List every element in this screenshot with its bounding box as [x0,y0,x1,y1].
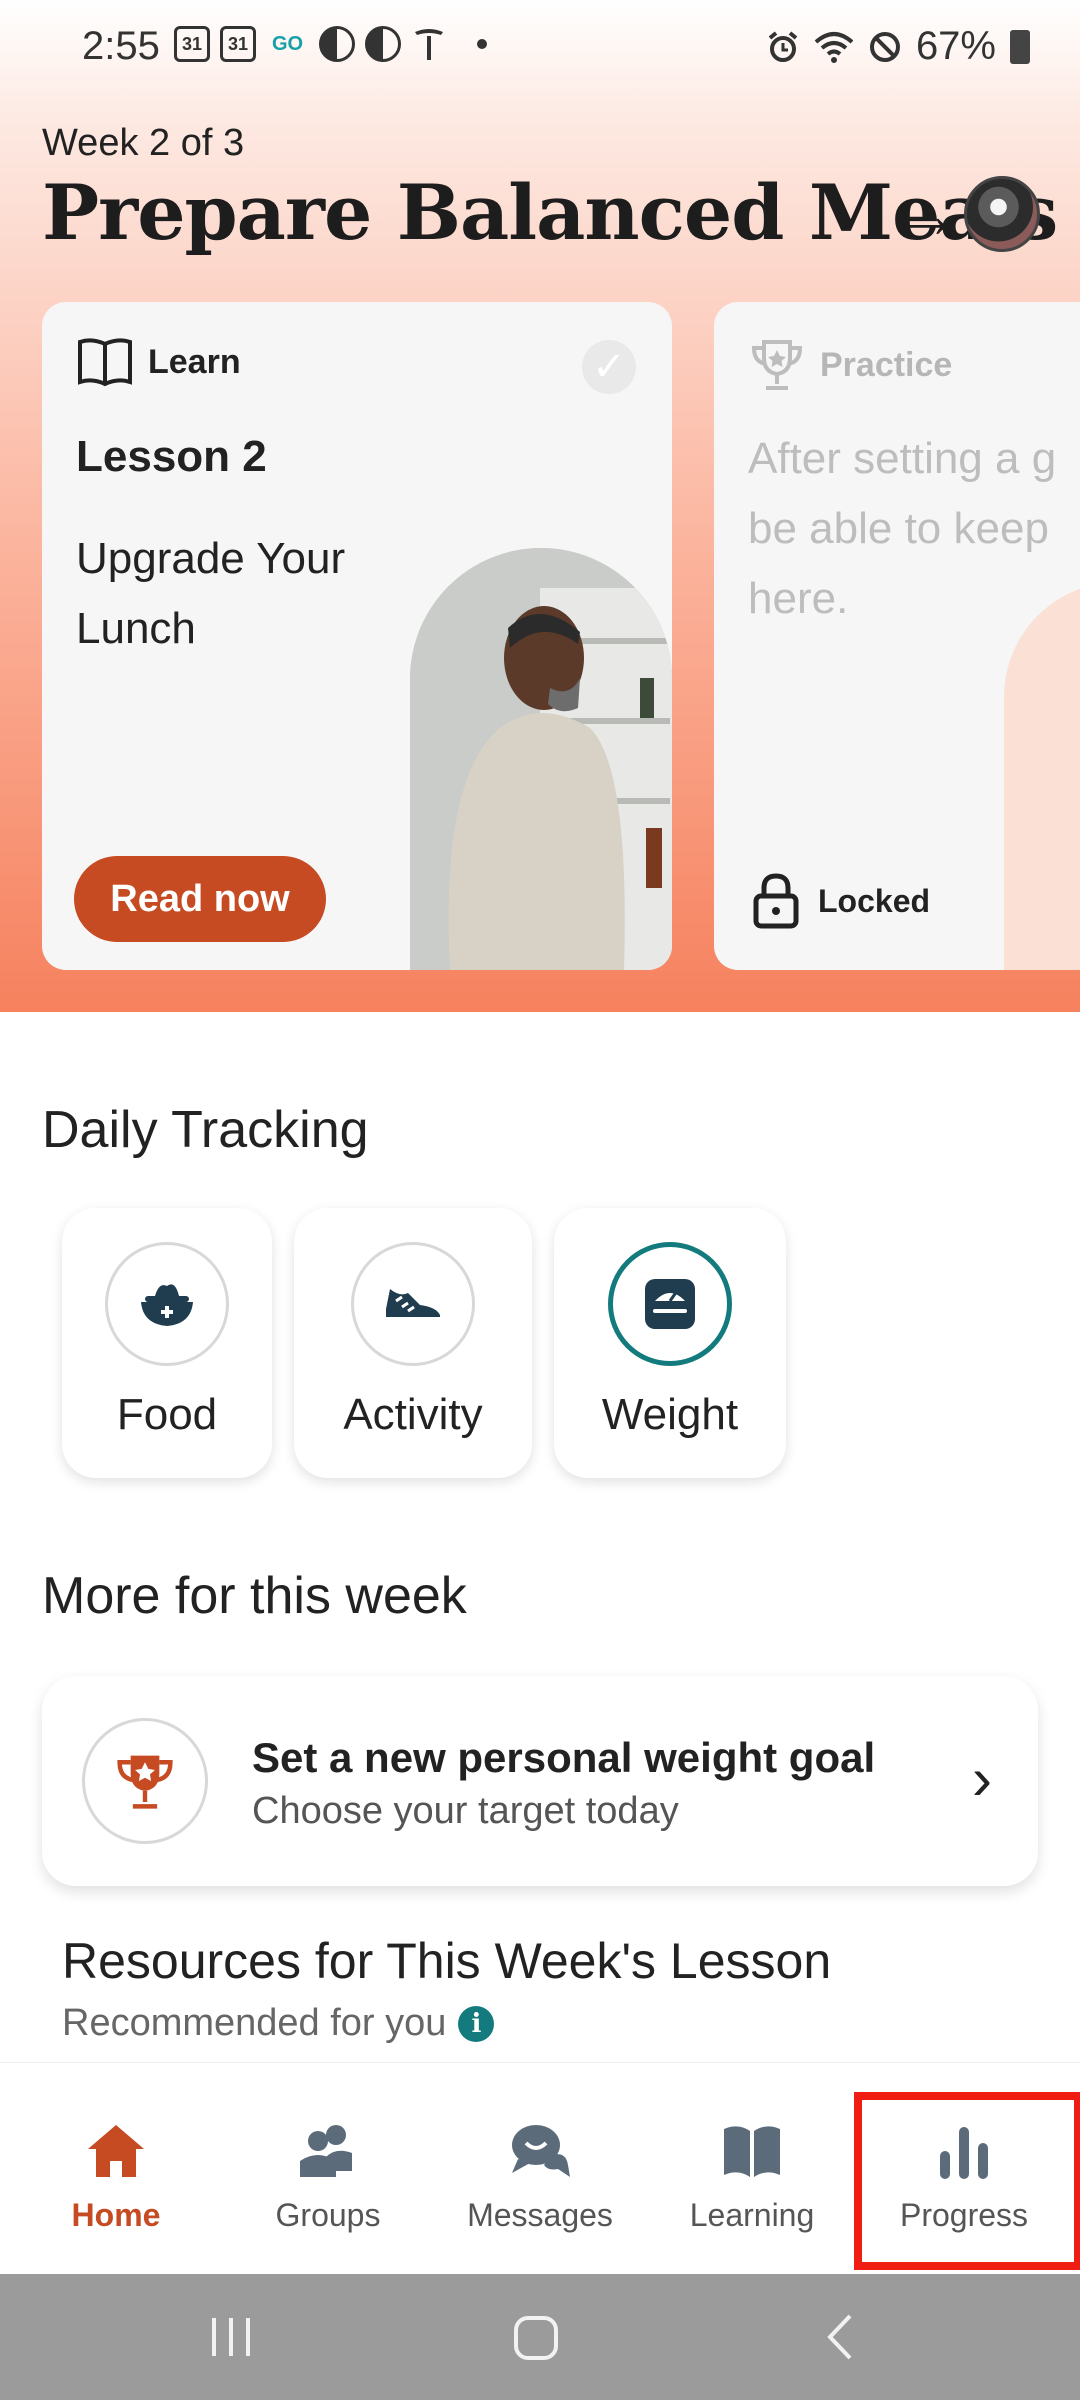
alarm-icon [768,30,798,62]
chevron-right-icon: › [972,1745,992,1812]
calendar-icon: 31 [220,26,256,62]
practice-tag-label: Practice [820,345,953,384]
track-activity-label: Activity [343,1390,483,1439]
weight-goal-card[interactable]: Set a new personal weight goal Choose yo… [42,1676,1038,1886]
trophy-icon [82,1718,208,1844]
dnd-icon [869,31,900,62]
read-now-button[interactable]: Read now [74,856,326,942]
app-notification-icon [319,26,356,62]
avatar[interactable] [964,176,1040,252]
food-bowl-icon [105,1242,229,1366]
notification-icons: 31 31 GO [174,26,488,62]
dot-icon [477,39,488,49]
track-food-tile[interactable]: Food [62,1208,272,1478]
trophy-icon [751,340,803,390]
practice-decoration [1004,582,1080,970]
home-button-icon[interactable] [510,2312,562,2362]
nav-home[interactable]: Home [10,2063,222,2275]
scale-icon [608,1242,732,1366]
goal-title: Set a new personal weight goal [252,1734,876,1781]
sneaker-icon [351,1242,475,1366]
system-nav-bar [0,2274,1080,2400]
daily-tracking-title: Daily Tracking [42,1101,369,1159]
lock-icon [753,873,799,929]
go-icon: GO [272,32,304,55]
nav-groups[interactable]: Groups [222,2063,434,2275]
status-time: 2:55 [82,24,160,68]
learn-tag-label: Learn [148,342,241,381]
progress-highlight-box [854,2092,1080,2270]
hero-header: 2:55 31 31 GO 67% Week 2 of 3 Prepare Ba… [0,0,1080,1012]
status-right: 67% [766,24,1030,69]
info-icon[interactable]: i [458,2005,495,2042]
resources-subtitle-row: Recommended for you i [62,2002,495,2045]
practice-card[interactable]: Practice After setting a g be able to ke… [714,302,1080,970]
resources-title: Resources for This Week's Lesson [62,1933,832,1989]
learn-card[interactable]: Learn ✓ Lesson 2 Upgrade Your Lunch Read… [42,302,672,970]
wifi-icon [814,31,854,63]
learn-tag: Learn [76,336,241,388]
book-icon [724,2126,780,2177]
nav-home-label: Home [71,2197,161,2233]
practice-description: After setting a g be able to keep here. [748,434,1057,623]
check-icon: ✓ [582,340,636,394]
locked-label: Locked [818,882,931,919]
recent-apps-icon[interactable] [208,2312,254,2362]
battery-icon [1010,29,1030,64]
home-icon [88,2125,144,2177]
lesson-image [410,548,672,970]
groups-icon [300,2125,352,2177]
nav-groups-label: Groups [275,2197,381,2233]
practice-tag: Practice [748,336,952,394]
book-icon [78,338,132,387]
track-weight-label: Weight [601,1390,739,1439]
track-weight-tile[interactable]: Weight [554,1208,786,1478]
tesla-icon [415,29,444,60]
locked-status: Locked [752,872,930,930]
app-notification-icon [365,26,402,62]
week-label: Week 2 of 3 [42,122,245,164]
status-bar: 2:55 31 31 GO 67% [0,0,1080,96]
nav-learning-label: Learning [689,2197,815,2233]
arrow-right-icon[interactable]: → [896,178,960,252]
track-activity-tile[interactable]: Activity [294,1208,532,1478]
lesson-number: Lesson 2 [76,432,267,481]
nav-messages-label: Messages [467,2197,613,2233]
messages-icon [512,2125,570,2177]
nav-learning[interactable]: Learning [646,2063,858,2275]
lesson-title: Upgrade Your Lunch [76,534,346,653]
back-icon[interactable] [820,2312,860,2362]
resources-subtitle: Recommended for you [62,2002,447,2044]
calendar-icon: 31 [174,26,210,62]
nav-messages[interactable]: Messages [434,2063,646,2275]
more-week-title: More for this week [42,1567,467,1625]
goal-subtitle: Choose your target today [252,1790,679,1832]
battery-percent: 67% [915,24,996,68]
track-food-label: Food [116,1390,218,1439]
